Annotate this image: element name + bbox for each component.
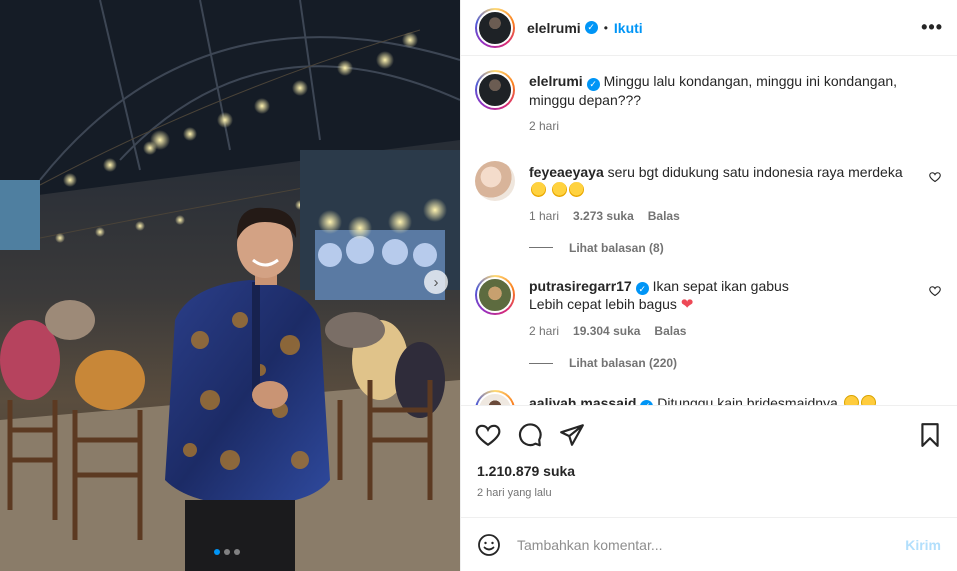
- commenter-username[interactable]: aaliyah.massaid: [529, 395, 636, 405]
- carousel-dot-1: [214, 549, 220, 555]
- author-avatar[interactable]: [475, 7, 515, 48]
- commenter-username[interactable]: feyeaeyaya: [529, 164, 604, 180]
- chevron-right-icon: ›: [433, 273, 439, 291]
- replies-divider: [529, 247, 553, 248]
- comment-item: putrasiregarr17 ✓ Ikan sepat ikan gabus L…: [475, 274, 943, 341]
- view-replies-label: Lihat balasan (8): [569, 240, 664, 255]
- crying-face-emoji-icon: [551, 181, 567, 197]
- commenter-username[interactable]: putrasiregarr17: [529, 278, 632, 294]
- verified-badge-icon: ✓: [584, 21, 598, 34]
- commenter-avatar[interactable]: [475, 160, 515, 201]
- crying-face-emoji-icon: [531, 181, 546, 197]
- replies-divider: [529, 362, 553, 364]
- post-image[interactable]: ›: [0, 0, 460, 571]
- post-detail-panel: elelrumi ✓ • Ikuti ••• elelrumi ✓ Minggu …: [460, 0, 957, 571]
- instagram-post-view: › elelrumi ✓ • Ikuti ••• elelrumi ✓ Ming…: [0, 0, 957, 571]
- more-options-icon[interactable]: •••: [921, 17, 943, 38]
- comment-text-line-2: Lebih cepat lebih bagus: [529, 296, 677, 312]
- author-username[interactable]: elelrumi: [527, 20, 581, 36]
- carousel-next-button[interactable]: ›: [424, 270, 448, 294]
- comment-text: Ikan sepat ikan gabus: [652, 277, 789, 294]
- comment-composer: Kirim: [461, 517, 957, 571]
- view-replies-label: Lihat balasan (220): [569, 356, 678, 370]
- commenter-avatar[interactable]: [475, 390, 515, 405]
- smiling-face-emoji-icon: [860, 395, 876, 405]
- post-caption: elelrumi ✓ Minggu lalu kondangan, minggu …: [475, 70, 943, 135]
- view-replies-button[interactable]: Lihat balasan (8): [529, 241, 943, 255]
- carousel-indicator: [214, 549, 240, 555]
- post-comment-button[interactable]: Kirim: [905, 537, 941, 553]
- comment-like-count[interactable]: 19.304 suka: [573, 322, 640, 340]
- reply-button[interactable]: Balas: [654, 322, 686, 340]
- like-count[interactable]: 1.210.879 suka: [461, 463, 957, 483]
- comment-text: seru bgt didukung satu indonesia raya me…: [607, 163, 903, 180]
- photo-scene: [0, 0, 460, 571]
- comment-like-heart-icon[interactable]: [929, 285, 941, 297]
- reply-button[interactable]: Balas: [648, 207, 680, 225]
- caption-author-avatar[interactable]: [475, 70, 515, 110]
- post-header: elelrumi ✓ • Ikuti •••: [461, 0, 957, 56]
- post-timestamp: 2 hari yang lalu: [477, 487, 552, 499]
- share-icon[interactable]: [559, 422, 585, 448]
- comment-like-count[interactable]: 3.273 suka: [573, 207, 634, 225]
- verified-badge-icon: ✓: [586, 77, 600, 91]
- comment-time: 2 hari: [529, 324, 560, 338]
- comment-icon[interactable]: [517, 422, 543, 448]
- crying-face-emoji-icon: [568, 181, 584, 197]
- caption-username[interactable]: elelrumi: [529, 73, 583, 89]
- carousel-dot-3: [234, 549, 240, 555]
- comment-input[interactable]: [517, 536, 906, 553]
- caption-text: Minggu lalu kondangan, minggu ini kondan…: [529, 73, 898, 108]
- comments-list[interactable]: elelrumi ✓ Minggu lalu kondangan, minggu …: [461, 56, 957, 405]
- caption-time: 2 hari: [529, 118, 560, 133]
- comment-text: Ditunggu kain bridesmaidnya: [657, 395, 838, 405]
- carousel-dot-2: [224, 549, 230, 555]
- post-actions-bar: [461, 405, 957, 463]
- comment-like-heart-icon[interactable]: [929, 171, 941, 183]
- verified-badge-icon: ✓: [640, 399, 654, 405]
- commenter-avatar[interactable]: [475, 274, 515, 315]
- heart-icon[interactable]: [475, 422, 501, 448]
- view-replies-button[interactable]: Lihat balasan (220): [529, 356, 943, 370]
- comment-item: aaliyah.massaid ✓ Ditunggu kain bridesmai…: [475, 390, 943, 405]
- red-heart-emoji-icon: ❤: [680, 296, 694, 313]
- comment-time: 1 hari: [529, 208, 560, 223]
- comment-like-heart-icon[interactable]: [929, 404, 941, 405]
- comment-item: feyeaeyaya seru bgt didukung satu indone…: [475, 160, 943, 225]
- bookmark-icon[interactable]: [917, 422, 943, 448]
- verified-badge-icon: ✓: [635, 282, 649, 295]
- smiling-face-emoji-icon: [843, 395, 859, 405]
- emoji-icon[interactable]: [477, 533, 501, 557]
- separator-dot: •: [603, 20, 608, 35]
- follow-button[interactable]: Ikuti: [614, 20, 643, 36]
